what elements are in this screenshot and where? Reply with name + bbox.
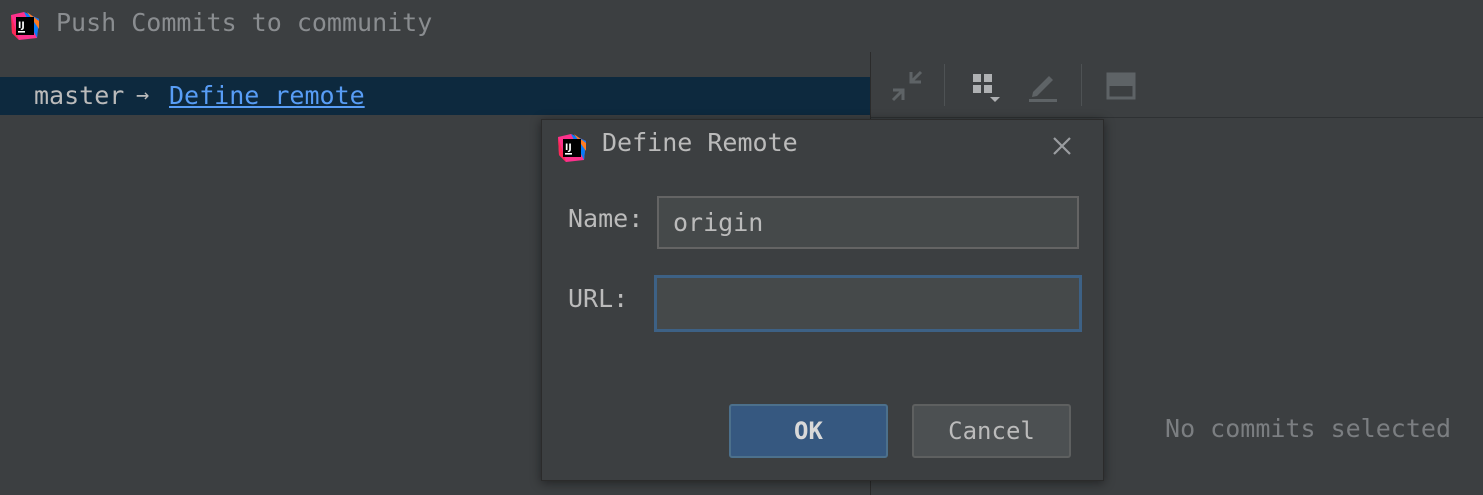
push-commits-window: IJ Push Commits to community master → De… — [0, 0, 1483, 495]
intellij-idea-icon: IJ — [11, 12, 39, 40]
branch-name: master — [34, 81, 125, 110]
window-title: Push Commits to community — [56, 8, 433, 37]
dialog-title: Define Remote — [602, 128, 798, 157]
url-field[interactable] — [654, 275, 1082, 332]
title-bar: IJ Push Commits to community — [0, 0, 1483, 52]
details-toolbar — [871, 52, 1483, 118]
svg-text:IJ: IJ — [565, 143, 572, 153]
svg-text:IJ: IJ — [18, 21, 25, 31]
branch-row[interactable]: master → Define remote — [0, 77, 870, 115]
group-by-icon[interactable] — [966, 66, 1006, 106]
name-field[interactable] — [657, 196, 1079, 249]
intellij-idea-icon: IJ — [558, 134, 586, 162]
close-icon[interactable] — [1050, 134, 1074, 158]
toolbar-separator — [1081, 64, 1082, 106]
ok-button[interactable]: OK — [729, 404, 888, 458]
cancel-button[interactable]: Cancel — [912, 404, 1071, 458]
layout-icon[interactable] — [1101, 66, 1141, 106]
url-label: URL: — [568, 284, 629, 313]
edit-icon[interactable] — [1023, 66, 1063, 106]
toolbar-separator — [944, 64, 945, 106]
define-remote-dialog: IJ Define Remote Name: URL: OK Cancel — [541, 119, 1104, 481]
name-label: Name: — [568, 204, 644, 233]
arrow-icon: → — [136, 83, 150, 108]
define-remote-link[interactable]: Define remote — [169, 79, 365, 113]
no-commits-message: No commits selected — [1165, 414, 1451, 443]
collapse-icon[interactable] — [887, 66, 927, 106]
